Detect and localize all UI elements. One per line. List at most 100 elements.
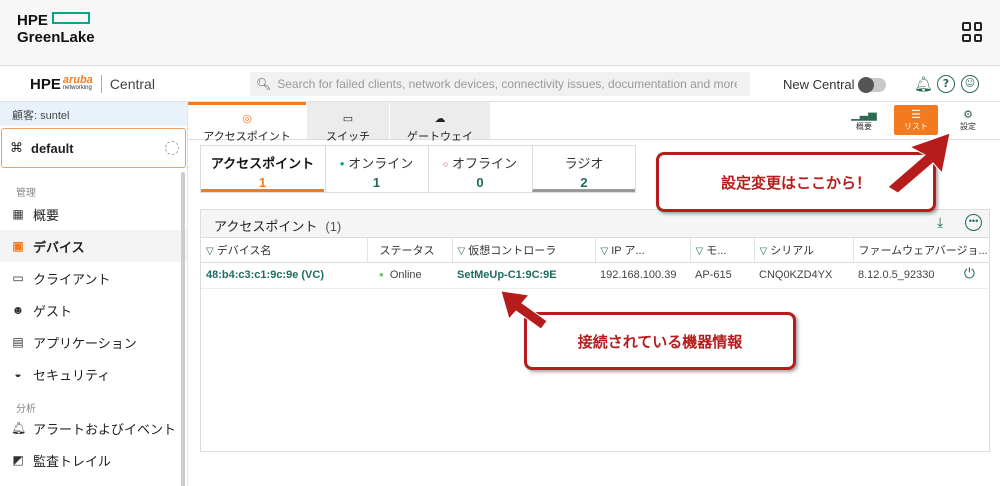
bell-icon: 🔔︎ xyxy=(11,421,27,435)
sidebar-item-applications[interactable]: ▤ アプリケーション xyxy=(0,326,187,358)
grid-icon: ▦ xyxy=(12,207,24,221)
summary-value: 2 xyxy=(580,175,588,190)
summary-access-points[interactable]: アクセスポイント 1 xyxy=(201,146,324,192)
annotation-arrow-settings xyxy=(887,132,951,194)
section-label-analyze: 分析 xyxy=(16,404,36,415)
annotation-arrow-device xyxy=(500,290,548,330)
device-status: ● Online xyxy=(367,262,452,289)
filter-icon[interactable]: ▽ xyxy=(601,246,609,257)
search-input[interactable] xyxy=(277,77,738,91)
panel-count: (1) xyxy=(325,219,342,234)
column-header-virtual-controller[interactable]: ▽ 仮想コントローラ xyxy=(452,238,596,263)
devices-table: ▽ デバイス名 ステータス ▽ 仮想コントローラ ▽ IP ア... ▽ モ... ▽ シ… xyxy=(201,238,989,289)
logo-greenlake-text: GreenLake xyxy=(17,29,95,46)
sidebar-item-label: 概要 xyxy=(33,207,60,223)
search-icon: 🔍︎ xyxy=(256,77,272,91)
sidebar-item-label: アプリケーション xyxy=(33,335,137,351)
annotation-device-info: 接続されている機器情報 xyxy=(524,312,796,370)
column-header-device-name[interactable]: ▽ デバイス名 xyxy=(201,238,368,263)
column-header-status[interactable]: ステータス xyxy=(367,238,453,263)
sidebar-scrollbar[interactable] xyxy=(181,172,185,486)
sidebar-item-overview[interactable]: ▦ 概要 xyxy=(0,198,187,230)
sidebar-item-label: デバイス xyxy=(33,239,85,255)
sidebar-item-label: クライアント xyxy=(33,271,111,287)
help-icon[interactable]: ? xyxy=(937,75,955,93)
brand-hpe: HPE xyxy=(30,75,61,93)
list-icon: ☰ xyxy=(911,109,921,121)
greenlake-logo[interactable]: HPE GreenLake xyxy=(17,12,95,46)
filter-icon[interactable]: ▽ xyxy=(760,246,768,257)
summary-bar: アクセスポイント 1 ● オンライン 1 ○ オフライン 0 ラジオ 2 xyxy=(200,145,636,193)
view-button-label: 設定 xyxy=(960,122,976,131)
sidebar-item-label: ゲスト xyxy=(33,303,73,319)
shield-icon: ◒ xyxy=(14,367,22,381)
tab-gateways[interactable]: ☁︎ ゲートウェイ xyxy=(390,102,490,143)
sidebar-item-label: 監査トレイル xyxy=(33,453,112,469)
guest-icon: ☻ xyxy=(11,303,25,317)
new-central-toggle[interactable] xyxy=(858,77,886,93)
column-header-firmware[interactable]: ファームウェアバージョ... xyxy=(853,238,989,263)
tab-access-points[interactable]: ◎ アクセスポイント xyxy=(188,102,306,143)
filter-icon[interactable]: ▽ xyxy=(696,246,704,257)
logo-hpe-text: HPE xyxy=(17,12,48,29)
brand-aruba: aruba networking xyxy=(62,74,93,92)
sidebar-item-devices[interactable]: ▣ デバイス xyxy=(0,230,187,262)
filter-icon[interactable]: ▽ xyxy=(206,246,214,257)
panel-title: アクセスポイント xyxy=(214,219,318,234)
switch-icon: ▭ xyxy=(342,113,354,125)
summary-online[interactable]: ● オンライン 1 xyxy=(325,146,427,192)
sidebar-item-alerts[interactable]: 🔔︎ アラートおよびイベント xyxy=(0,412,187,444)
device-name-link[interactable]: 48:b4:c3:c1:9c:9e (VC) xyxy=(201,262,367,289)
column-header-serial[interactable]: ▽ シリアル xyxy=(754,238,854,263)
summary-radios[interactable]: ラジオ 2 xyxy=(532,146,635,192)
central-header: HPE arubanetworking Central 🔍︎ New Centr… xyxy=(0,66,1000,102)
group-selector[interactable]: ⌘ default xyxy=(1,128,186,168)
table-header-row: ▽ デバイス名 ステータス ▽ 仮想コントローラ ▽ IP ア... ▽ モ... ▽ シ… xyxy=(201,238,989,263)
tab-switches[interactable]: ▭ スイッチ xyxy=(307,102,389,143)
gateway-icon: ☁︎ xyxy=(434,113,446,125)
summary-label: ラジオ xyxy=(564,156,604,171)
summary-offline[interactable]: ○ オフライン 0 xyxy=(428,146,531,192)
central-brand[interactable]: HPE aruba networking Central xyxy=(30,75,155,93)
tab-label: ゲートウェイ xyxy=(407,131,473,143)
column-header-model[interactable]: ▽ モ... xyxy=(690,238,755,263)
summary-label: オンライン xyxy=(348,156,414,171)
audit-icon: ◩ xyxy=(12,453,24,467)
more-options-icon[interactable]: ••• xyxy=(965,214,982,231)
table-row[interactable]: 48:b4:c3:c1:9c:9e (VC) ● Online SetMeUp-C… xyxy=(201,262,989,289)
brand-divider xyxy=(100,75,102,93)
user-icon[interactable]: ☺ xyxy=(961,75,979,93)
sidebar-item-label: アラートおよびイベント xyxy=(33,421,177,437)
group-icon: ⌘ xyxy=(10,140,23,156)
device-model: AP-615 xyxy=(690,262,754,289)
device-type-tabs: ◎ アクセスポイント ▭ スイッチ ☁︎ ゲートウェイ ▁▃▅ 概要 ☰ リスト… xyxy=(188,102,1000,143)
summary-value: 1 xyxy=(258,175,267,190)
online-status-dot: ● xyxy=(339,159,345,168)
sidebar-item-guests[interactable]: ☻ ゲスト xyxy=(0,294,187,326)
bar-chart-icon: ▁▃▅ xyxy=(851,109,877,121)
sidebar-item-security[interactable]: ◒ セキュリティ xyxy=(0,358,187,390)
gear-icon: ⚙︎ xyxy=(963,109,973,121)
app-switcher-icon[interactable] xyxy=(962,22,982,42)
summary-value: 0 xyxy=(476,175,484,190)
device-serial: CNQ0KZD4YX xyxy=(754,262,853,289)
column-header-ip-address[interactable]: ▽ IP ア... xyxy=(595,238,691,263)
brand-central: Central xyxy=(109,76,155,92)
device-ip: 192.168.100.39 xyxy=(595,262,690,289)
offline-status-dot: ○ xyxy=(442,159,449,169)
device-icon: ▣ xyxy=(12,239,24,253)
sidebar-item-clients[interactable]: ▭ クライアント xyxy=(0,262,187,294)
download-icon[interactable]: ⤓ xyxy=(937,214,943,231)
summary-value: 1 xyxy=(372,175,381,190)
sidebar-item-audit-trail[interactable]: ◩ 監査トレイル xyxy=(0,444,187,476)
sidebar: 顧客: suntel ⌘ default 管理 ▦ 概要 ▣ デバイス ▭ クライアン… xyxy=(0,102,188,486)
app-icon: ▤ xyxy=(12,335,24,349)
bell-icon[interactable]: 🔔︎ xyxy=(914,75,933,93)
power-icon[interactable]: ⏻ xyxy=(964,266,975,282)
client-icon: ▭ xyxy=(12,271,24,285)
customer-label: 顧客: suntel xyxy=(0,102,187,126)
access-point-icon: ◎ xyxy=(242,113,252,125)
loading-spinner-icon xyxy=(165,141,179,155)
filter-icon[interactable]: ▽ xyxy=(458,246,466,257)
search-box[interactable]: 🔍︎ xyxy=(250,72,750,96)
